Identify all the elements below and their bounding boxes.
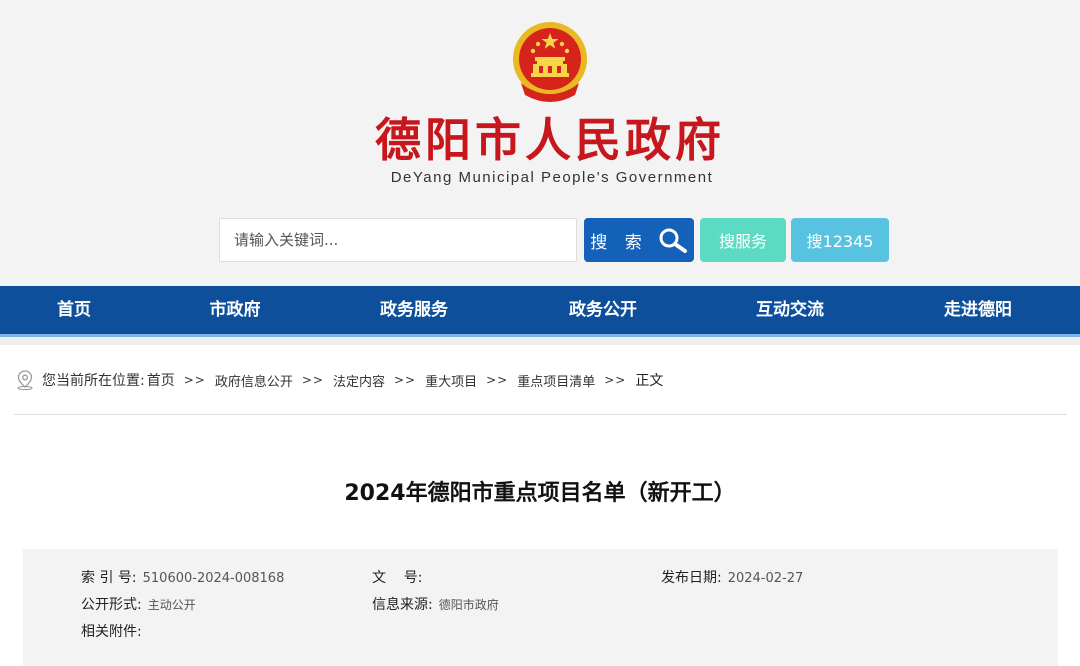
nav-item-city-government[interactable]: 市政府 <box>210 286 261 334</box>
site-title: 德阳市人民政府 <box>375 113 725 167</box>
article-meta-panel: 索 引 号: 510600-2024-008168 文 号: 发布日期: 2024-… <box>23 549 1058 666</box>
breadcrumb: 您当前所在位置: 首页 >> 政府信息公开 >> 法定内容 >> 重大项目 >>… <box>16 370 663 390</box>
national-emblem-icon <box>513 22 587 102</box>
breadcrumb-link-key-project-list[interactable]: 重点项目清单 <box>517 371 595 390</box>
nav-item-government-affairs-disclosure[interactable]: 政务公开 <box>569 286 637 334</box>
nav-item-interaction[interactable]: 互动交流 <box>756 286 824 334</box>
meta-date-value: 2024-02-27 <box>727 571 804 586</box>
meta-source-label: 信息来源: <box>372 597 433 613</box>
meta-index: 索 引 号: 510600-2024-008168 <box>81 569 284 588</box>
breadcrumb-separator: >> <box>393 373 417 387</box>
search-12345-button[interactable]: 搜12345 <box>791 218 889 262</box>
meta-attachment-label: 相关附件: <box>81 624 142 640</box>
breadcrumb-label: 您当前所在位置: <box>42 373 145 389</box>
nav-shadow-bar <box>0 337 1080 345</box>
location-pin-icon <box>17 370 33 390</box>
search-input[interactable] <box>219 218 577 262</box>
search-button-label: 搜 索 <box>590 232 648 253</box>
meta-source: 信息来源: 德阳市政府 <box>372 596 499 614</box>
site-subtitle: DeYang Municipal People's Government <box>390 169 714 186</box>
article-title: 2024年德阳市重点项目名单（新开工） <box>344 481 736 506</box>
meta-publish-date: 发布日期: 2024-02-27 <box>661 569 803 588</box>
search-service-button[interactable]: 搜服务 <box>700 218 786 262</box>
meta-date-label: 发布日期: <box>661 570 722 586</box>
search-button[interactable]: 搜 索 <box>584 218 694 262</box>
breadcrumb-separator: >> <box>604 373 627 387</box>
breadcrumb-current: 正文 <box>635 373 664 389</box>
meta-form: 公开形式: 主动公开 <box>81 596 196 614</box>
meta-doc-no-label: 文 号: <box>372 570 423 586</box>
breadcrumb-link-statutory-content[interactable]: 法定内容 <box>333 371 385 390</box>
site-header: 德阳市人民政府 DeYang Municipal People's Govern… <box>0 0 1080 286</box>
meta-form-label: 公开形式: <box>81 597 142 613</box>
meta-source-value: 德阳市政府 <box>438 598 499 612</box>
breadcrumb-separator: >> <box>183 373 206 387</box>
breadcrumb-link-home[interactable]: 首页 <box>147 370 175 390</box>
meta-doc-no: 文 号: <box>372 569 429 588</box>
search-icon <box>659 228 687 253</box>
breadcrumb-link-major-projects[interactable]: 重大项目 <box>425 371 477 390</box>
nav-item-home[interactable]: 首页 <box>57 286 91 334</box>
breadcrumb-separator: >> <box>301 373 324 387</box>
breadcrumb-divider <box>14 414 1067 415</box>
nav-item-government-services[interactable]: 政务服务 <box>380 286 448 334</box>
meta-form-value: 主动公开 <box>147 598 196 612</box>
main-nav: 首页 市政府 政务服务 政务公开 互动交流 走进德阳 <box>0 286 1080 337</box>
meta-index-value: 510600-2024-008168 <box>142 571 285 586</box>
breadcrumb-separator: >> <box>486 373 509 387</box>
meta-index-label: 索 引 号: <box>81 570 137 586</box>
meta-attachments: 相关附件: <box>81 623 142 641</box>
nav-item-about-deyang[interactable]: 走进德阳 <box>944 286 1012 334</box>
breadcrumb-link-info-disclosure[interactable]: 政府信息公开 <box>215 371 293 390</box>
